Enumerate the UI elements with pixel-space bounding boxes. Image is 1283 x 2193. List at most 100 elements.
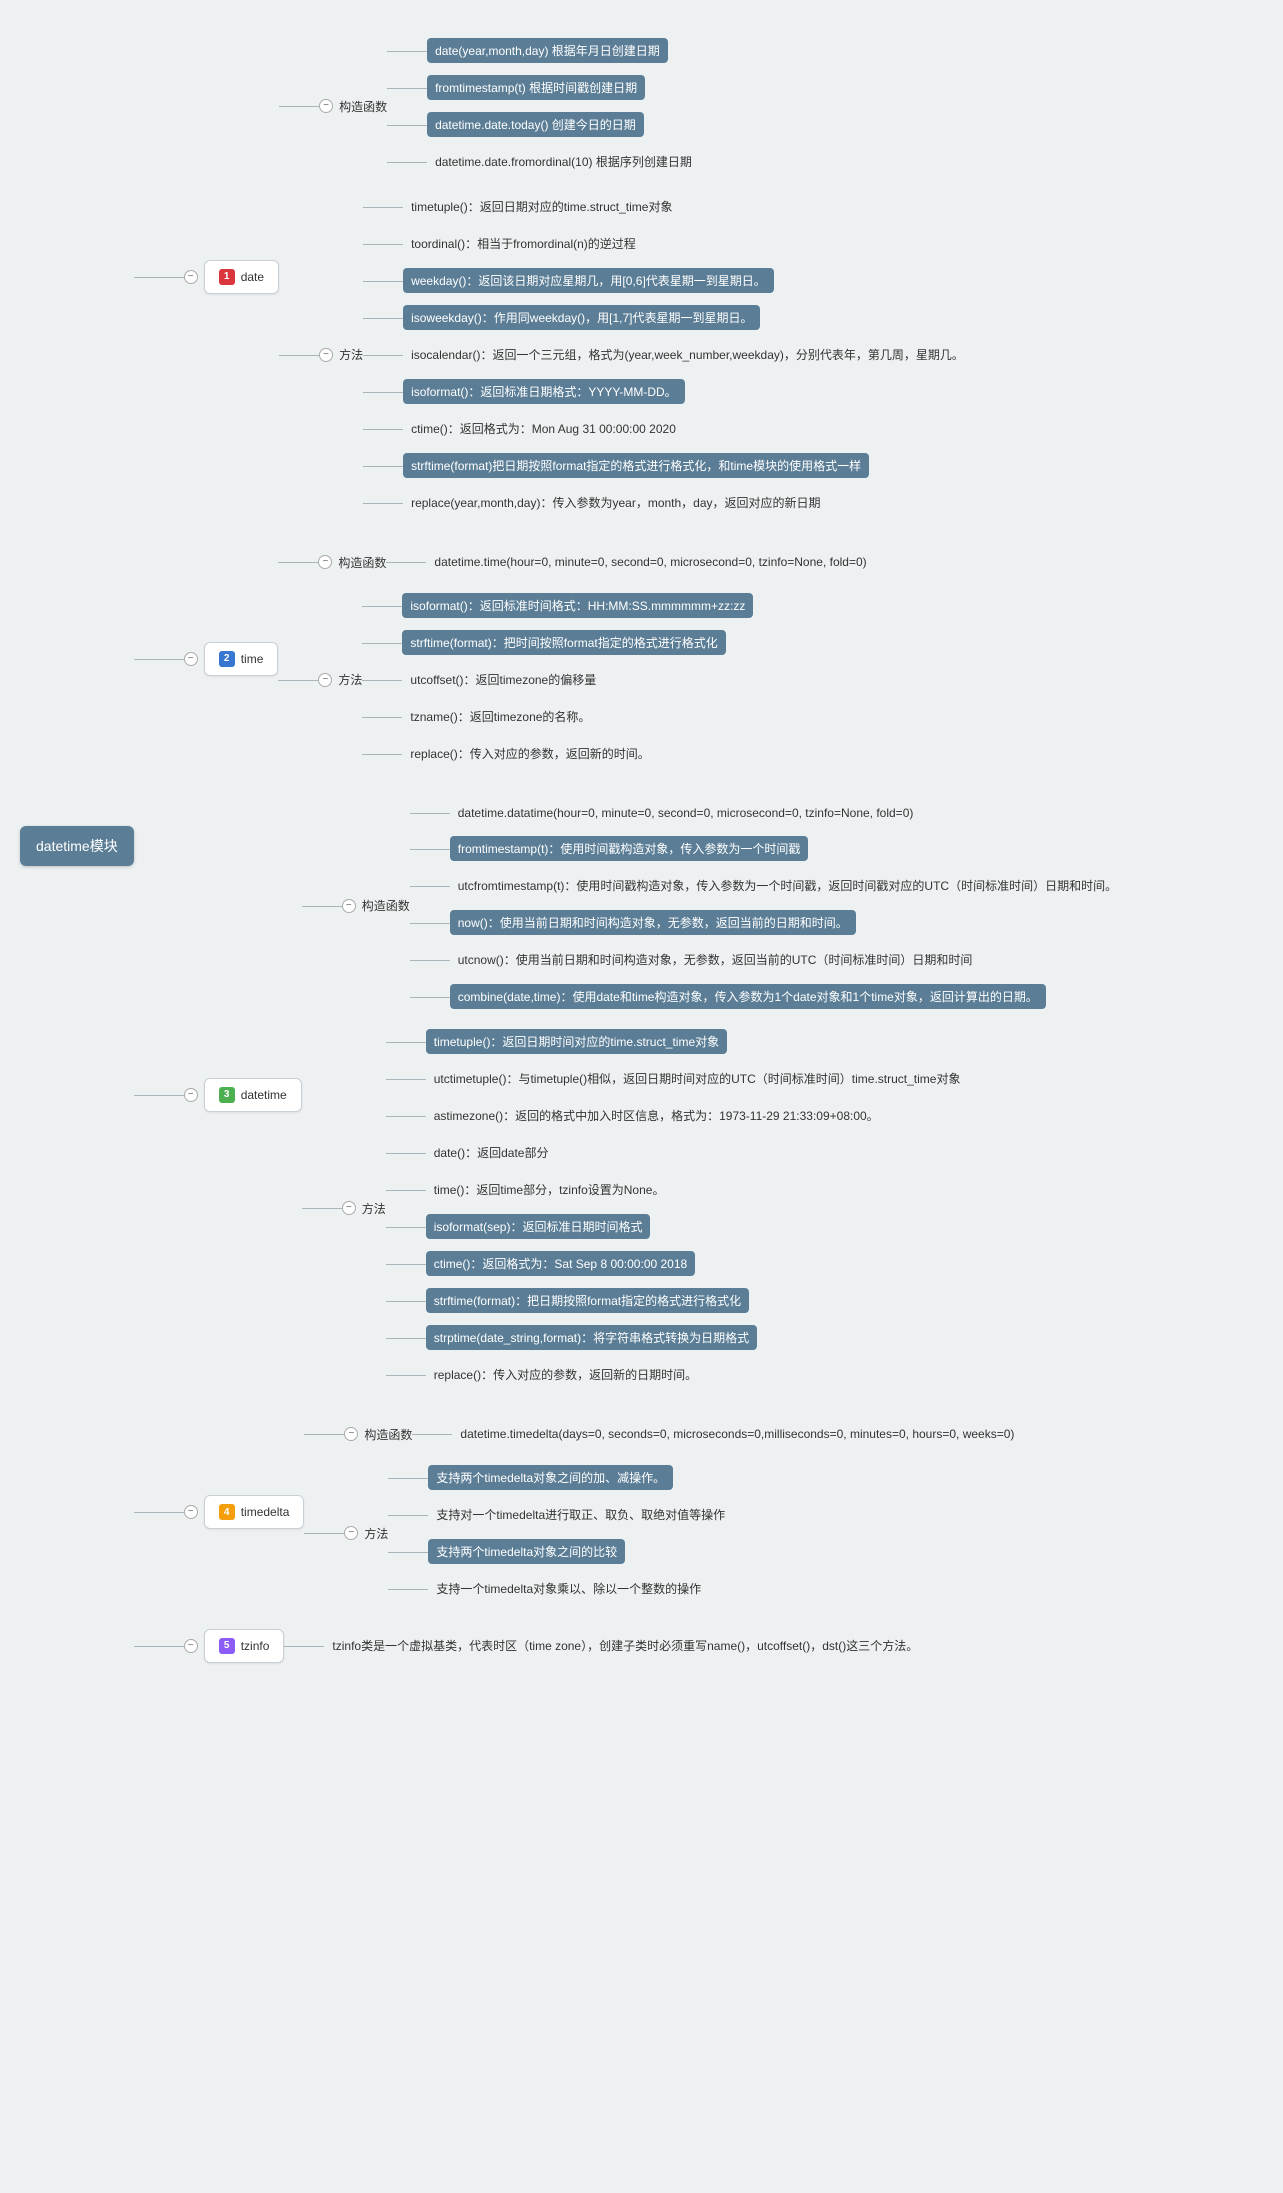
leaf-node[interactable]: datetime.timedelta(days=0, seconds=0, mi… <box>452 1423 1022 1445</box>
leaf-row: datetime.date.today() 创建今日的日期 <box>427 112 700 137</box>
leaf-node[interactable]: 支持一个timedelta对象乘以、除以一个整数的操作 <box>428 1576 709 1601</box>
group-label[interactable]: 构造函数 <box>339 98 387 115</box>
leaf-row: timetuple()：返回日期时间对应的time.struct_time对象 <box>426 1029 969 1054</box>
leaf-row: fromtimestamp(t)：使用时间戳构造对象，传入参数为一个时间戳 <box>450 836 1125 861</box>
collapse-icon[interactable]: − <box>184 270 198 284</box>
leaf-node[interactable]: isoformat()：返回标准时间格式：HH:MM:SS.mmmmmm+zz:… <box>402 593 753 618</box>
leaf-node[interactable]: combine(date,time)：使用date和time构造对象，传入参数为… <box>450 984 1046 1009</box>
leaf-node[interactable]: timetuple()：返回日期对应的time.struct_time对象 <box>403 194 680 219</box>
leaf-node[interactable]: utcnow()：使用当前日期和时间构造对象，无参数，返回当前的UTC（时间标准… <box>450 947 981 972</box>
leaf-node[interactable]: 支持两个timedelta对象之间的比较 <box>428 1539 625 1564</box>
collapse-icon[interactable]: − <box>344 1427 358 1441</box>
topic-title: tzinfo <box>241 1639 270 1653</box>
leaf-children: isoformat()：返回标准时间格式：HH:MM:SS.mmmmmm+zz:… <box>402 587 753 772</box>
leaf-node[interactable]: timetuple()：返回日期时间对应的time.struct_time对象 <box>426 1029 727 1054</box>
mindmap-root: datetime模块 −1date−构造函数date(year,month,da… <box>20 20 1263 1672</box>
topic-node[interactable]: 2time <box>204 642 279 676</box>
leaf-row: isoformat()：返回标准时间格式：HH:MM:SS.mmmmmm+zz:… <box>402 593 753 618</box>
topic-node[interactable]: 5tzinfo <box>204 1629 285 1663</box>
leaf-node[interactable]: astimezone()：返回的格式中加入时区信息，格式为：1973-11-29… <box>426 1103 887 1128</box>
leaf-node[interactable]: replace(year,month,day)：传入参数为year，month，… <box>403 490 828 515</box>
collapse-icon[interactable]: − <box>318 555 332 569</box>
leaf-node[interactable]: datetime.datatime(hour=0, minute=0, seco… <box>450 802 922 824</box>
leaf-node[interactable]: isoformat(sep)：返回标准日期时间格式 <box>426 1214 651 1239</box>
leaf-node[interactable]: tzinfo类是一个虚拟基类，代表时区（time zone），创建子类时必须重写… <box>324 1633 926 1658</box>
leaf-node[interactable]: fromtimestamp(t)：使用时间戳构造对象，传入参数为一个时间戳 <box>450 836 809 861</box>
leaf-children: date(year,month,day) 根据年月日创建日期 fromtimest… <box>427 32 700 180</box>
leaf-row: now()：使用当前日期和时间构造对象，无参数，返回当前的日期和时间。 <box>450 910 1125 935</box>
group-label[interactable]: 方法 <box>364 1525 388 1542</box>
group-label[interactable]: 方法 <box>338 671 362 688</box>
leaf-node[interactable]: isoweekday()：作用同weekday()，用[1,7]代表星期一到星期… <box>403 305 760 330</box>
topic-node[interactable]: 1date <box>204 260 279 294</box>
leaf-node[interactable]: replace()：传入对应的参数，返回新的日期时间。 <box>426 1362 705 1387</box>
leaf-row: strftime(format)：把日期按照format指定的格式进行格式化 <box>426 1288 969 1313</box>
leaf-node[interactable]: tzname()：返回timezone的名称。 <box>402 704 598 729</box>
leaf-node[interactable]: isoformat()：返回标准日期格式：YYYY-MM-DD。 <box>403 379 685 404</box>
topic-node[interactable]: 3 datetime <box>204 1078 302 1112</box>
leaf-row: 支持一个timedelta对象乘以、除以一个整数的操作 <box>428 1576 733 1601</box>
number-badge: 3 <box>219 1087 235 1103</box>
topic-title: timedelta <box>241 1505 290 1519</box>
leaf-children: tzinfo类是一个虚拟基类，代表时区（time zone），创建子类时必须重写… <box>324 1627 926 1664</box>
group-label[interactable]: 方法 <box>362 1200 386 1217</box>
sub-branch: −构造函数 datetime.timedelta(days=0, seconds=… <box>344 1417 1022 1451</box>
leaf-node[interactable]: strftime(format)：把时间按照format指定的格式进行格式化 <box>402 630 725 655</box>
collapse-icon[interactable]: − <box>344 1526 358 1540</box>
leaf-node[interactable]: 支持对一个timedelta进行取正、取负、取绝对值等操作 <box>428 1502 733 1527</box>
leaf-node[interactable]: ctime()：返回格式为：Mon Aug 31 00:00:00 2020 <box>403 416 684 441</box>
branch-timedelta: −4timedelta−构造函数datetime.timedelta(days=… <box>184 1413 1125 1611</box>
leaf-node[interactable]: utctimetuple()：与timetuple()相似，返回日期时间对应的U… <box>426 1066 969 1091</box>
branch-time: −2time−构造函数datetime.time(hour=0, minute=… <box>184 541 1125 776</box>
leaf-node[interactable]: replace()：传入对应的参数，返回新的时间。 <box>402 741 657 766</box>
collapse-icon[interactable]: − <box>342 899 356 913</box>
collapse-icon[interactable]: − <box>184 652 198 666</box>
collapse-icon[interactable]: − <box>342 1201 356 1215</box>
collapse-icon[interactable]: − <box>184 1088 198 1102</box>
root-node[interactable]: datetime模块 <box>20 826 134 866</box>
leaf-node[interactable]: strptime(date_string,format)：将字符串格式转换为日期… <box>426 1325 757 1350</box>
leaf-node[interactable]: weekday()：返回该日期对应星期几，用[0,6]代表星期一到星期日。 <box>403 268 774 293</box>
leaf-node[interactable]: now()：使用当前日期和时间构造对象，无参数，返回当前的日期和时间。 <box>450 910 856 935</box>
leaf-node[interactable]: datetime.date.today() 创建今日的日期 <box>427 112 644 137</box>
leaf-node[interactable]: isocalendar()：返回一个三元组，格式为(year,week_numb… <box>403 342 972 367</box>
leaf-node[interactable]: datetime.time(hour=0, minute=0, second=0… <box>426 551 874 573</box>
collapse-icon[interactable]: − <box>318 673 332 687</box>
branch-datetime: −3datetime−构造函数datetime.datatime(hour=0,… <box>184 792 1125 1397</box>
collapse-icon[interactable]: − <box>319 99 333 113</box>
leaf-node[interactable]: ctime()：返回格式为：Sat Sep 8 00:00:00 2018 <box>426 1251 695 1276</box>
leaf-node[interactable]: date(year,month,day) 根据年月日创建日期 <box>427 38 668 63</box>
collapse-icon[interactable]: − <box>319 348 333 362</box>
number-badge: 2 <box>219 651 235 667</box>
group-label[interactable]: 构造函数 <box>364 1426 412 1443</box>
sub-branch: −方法 支持两个timedelta对象之间的加、减操作。支持对一个timedelt… <box>344 1459 1022 1607</box>
sub-children: −构造函数datetime.timedelta(days=0, seconds=… <box>344 1413 1022 1611</box>
group-label[interactable]: 构造函数 <box>362 897 410 914</box>
group-label[interactable]: 方法 <box>339 346 363 363</box>
leaf-node[interactable]: 支持两个timedelta对象之间的加、减操作。 <box>428 1465 673 1490</box>
leaf-node[interactable]: strftime(format)：把日期按照format指定的格式进行格式化 <box>426 1288 749 1313</box>
topic-node[interactable]: 4timedelta <box>204 1495 305 1529</box>
leaf-node[interactable]: time()：返回time部分，tzinfo设置为None。 <box>426 1177 673 1202</box>
leaf-row: ctime()：返回格式为：Sat Sep 8 00:00:00 2018 <box>426 1251 969 1276</box>
group-label[interactable]: 构造函数 <box>338 554 386 571</box>
leaf-node[interactable]: strftime(format)把日期按照format指定的格式进行格式化，和t… <box>403 453 869 478</box>
leaf-children: datetime.datatime(hour=0, minute=0, seco… <box>450 796 1125 1015</box>
leaf-row: utcnow()：使用当前日期和时间构造对象，无参数，返回当前的UTC（时间标准… <box>450 947 1125 972</box>
leaf-node[interactable]: date()：返回date部分 <box>426 1140 557 1165</box>
leaf-node[interactable]: utcoffset()：返回timezone的偏移量 <box>402 667 604 692</box>
leaf-row: tzinfo类是一个虚拟基类，代表时区（time zone），创建子类时必须重写… <box>324 1633 926 1658</box>
leaf-row: 支持对一个timedelta进行取正、取负、取绝对值等操作 <box>428 1502 733 1527</box>
leaf-node[interactable]: toordinal()：相当于fromordinal(n)的逆过程 <box>403 231 644 256</box>
leaf-row: date(year,month,day) 根据年月日创建日期 <box>427 38 700 63</box>
leaf-node[interactable]: fromtimestamp(t) 根据时间戳创建日期 <box>427 75 645 100</box>
collapse-icon[interactable]: − <box>184 1505 198 1519</box>
collapse-icon[interactable]: − <box>184 1639 198 1653</box>
sub-branch: −构造函数 datetime.time(hour=0, minute=0, sec… <box>318 545 874 579</box>
main-children: −1date−构造函数date(year,month,day) 根据年月日创建日… <box>184 20 1125 1672</box>
sub-children: −构造函数datetime.time(hour=0, minute=0, sec… <box>318 541 874 776</box>
leaf-row: fromtimestamp(t) 根据时间戳创建日期 <box>427 75 700 100</box>
topic-title: datetime <box>241 1088 287 1102</box>
leaf-node[interactable]: utcfromtimestamp(t)：使用时间戳构造对象，传入参数为一个时间戳… <box>450 873 1125 898</box>
leaf-node[interactable]: datetime.date.fromordinal(10) 根据序列创建日期 <box>427 149 700 174</box>
